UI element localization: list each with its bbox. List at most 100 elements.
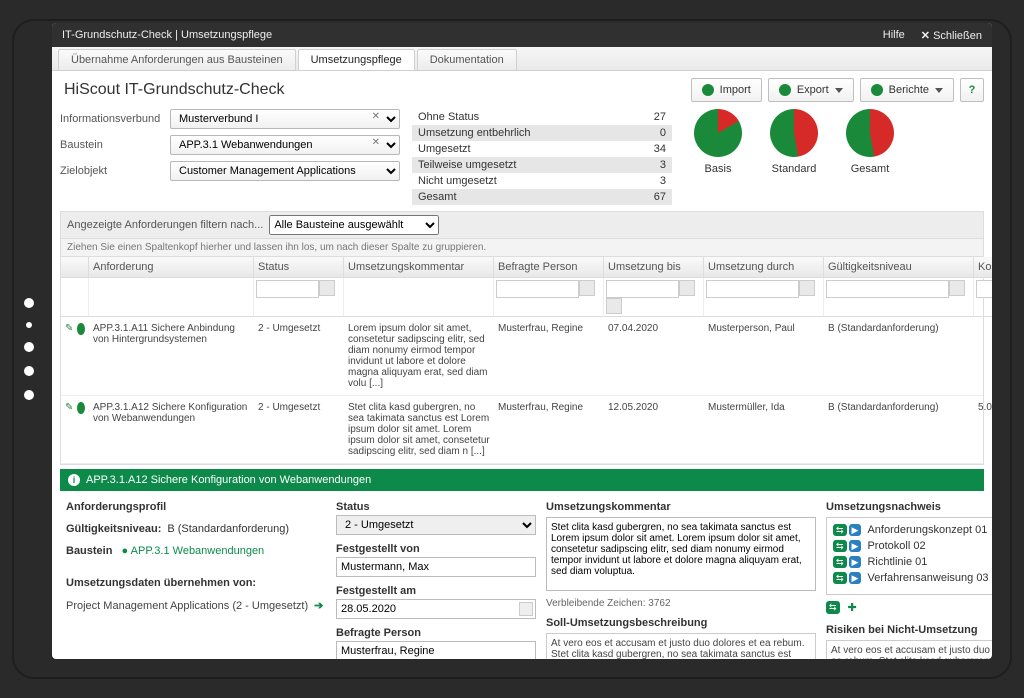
status-row-value: 3 bbox=[642, 173, 672, 189]
add-evidence-button[interactable]: ✚ bbox=[848, 601, 857, 614]
edit-icon[interactable]: ✎ bbox=[65, 402, 73, 414]
page-title: HiScout IT-Grundschutz-Check bbox=[60, 71, 289, 109]
close-icon: ✕ bbox=[921, 30, 930, 42]
status-row-value: 27 bbox=[642, 109, 672, 125]
forward-icon: ▶ bbox=[849, 572, 862, 584]
calendar-icon[interactable] bbox=[679, 280, 695, 296]
forward-icon: ▶ bbox=[849, 556, 862, 568]
cell-niveau: B (Standardanforderung) bbox=[824, 396, 974, 463]
tab-dokumentation[interactable]: Dokumentation bbox=[417, 49, 517, 70]
table-row[interactable]: ✎ APP.3.1.A11 Sichere Anbindung von Hint… bbox=[61, 317, 983, 396]
info-icon[interactable]: ● bbox=[122, 545, 129, 557]
cell-durch: Musterperson, Paul bbox=[704, 317, 824, 395]
status-row-label: Umgesetzt bbox=[412, 141, 642, 157]
transfer-arrow-icon[interactable]: ➔ bbox=[314, 599, 323, 612]
festgestellt-am-input[interactable] bbox=[336, 599, 536, 619]
window-titlebar: IT-Grundschutz-Check | Umsetzungspflege … bbox=[52, 23, 992, 47]
col-anforderung[interactable]: Anforderung bbox=[89, 257, 254, 278]
filter-bis-input[interactable] bbox=[606, 280, 679, 298]
help-link[interactable]: Hilfe bbox=[883, 29, 905, 41]
tab-uebernahme[interactable]: Übernahme Anforderungen aus Bausteinen bbox=[58, 49, 296, 70]
filter-durch-input[interactable] bbox=[706, 280, 799, 298]
edit-icon[interactable]: ✎ bbox=[65, 323, 73, 335]
filter-baustein-select[interactable]: APP.3.1 Webanwendungen bbox=[170, 135, 400, 155]
table-row[interactable]: ✎ APP.3.1.A12 Sichere Konfiguration von … bbox=[61, 396, 983, 464]
cell-befragte: Musterfrau, Regine bbox=[494, 317, 604, 395]
filter-kosten-input[interactable] bbox=[976, 280, 992, 298]
filter-ziel-select[interactable]: Customer Management Applications bbox=[170, 161, 400, 181]
group-by-hint[interactable]: Ziehen Sie einen Spaltenkopf hierher und… bbox=[60, 239, 984, 257]
grid-filter-row bbox=[61, 278, 983, 317]
clear-icon[interactable]: ✕ bbox=[372, 137, 380, 148]
status-label: Status bbox=[336, 501, 536, 513]
kommentar-heading: Umsetzungskommentar bbox=[546, 501, 816, 513]
filter-befragte-input[interactable] bbox=[496, 280, 579, 298]
help-button[interactable]: ? bbox=[960, 78, 984, 102]
status-row-value: 67 bbox=[642, 189, 672, 205]
transfer-source-row[interactable]: Project Management Applications (2 - Umg… bbox=[66, 599, 326, 612]
filter-niveau-input[interactable] bbox=[826, 280, 949, 298]
col-kommentar[interactable]: Umsetzungskommentar bbox=[344, 257, 494, 278]
baustein-label: Baustein bbox=[66, 545, 112, 557]
col-bis[interactable]: Umsetzung bis bbox=[604, 257, 704, 278]
hw-dot bbox=[24, 390, 34, 400]
filter-icon[interactable] bbox=[799, 280, 815, 296]
filter-status-input[interactable] bbox=[256, 280, 319, 298]
filter-icon[interactable] bbox=[319, 280, 335, 296]
col-status[interactable]: Status bbox=[254, 257, 344, 278]
details-title: APP.3.1.A12 Sichere Konfiguration von We… bbox=[86, 474, 371, 486]
baustein-link[interactable]: APP.3.1 Webanwendungen bbox=[131, 545, 265, 557]
chevron-down-icon bbox=[935, 88, 943, 93]
tab-umsetzungspflege[interactable]: Umsetzungspflege bbox=[298, 49, 415, 70]
evidence-item[interactable]: ⇆▶Anforderungskonzept 01 bbox=[833, 524, 992, 536]
cell-anforderung: APP.3.1.A12 Sichere Konfiguration von We… bbox=[89, 396, 254, 463]
berichte-button[interactable]: Berichte bbox=[860, 78, 954, 102]
kommentar-remaining: Verbleibende Zeichen: 3762 bbox=[546, 598, 816, 609]
cell-durch: Mustermüller, Ida bbox=[704, 396, 824, 463]
transfer-heading: Umsetzungsdaten übernehmen von: bbox=[66, 577, 326, 589]
col-niveau[interactable]: Gültigkeitsniveau bbox=[824, 257, 974, 278]
festgestellt-von-input[interactable] bbox=[336, 557, 536, 577]
col-befragte[interactable]: Befragte Person bbox=[494, 257, 604, 278]
chevron-down-icon bbox=[835, 88, 843, 93]
filter-icon[interactable] bbox=[949, 280, 965, 296]
col-durch[interactable]: Umsetzung durch bbox=[704, 257, 824, 278]
filter-icon[interactable] bbox=[579, 280, 595, 296]
status-row-label: Ohne Status bbox=[412, 109, 642, 125]
details-text-column-1: Umsetzungskommentar Verbleibende Zeichen… bbox=[546, 501, 816, 659]
filter-icon[interactable] bbox=[606, 298, 622, 314]
befragte-input[interactable] bbox=[336, 641, 536, 659]
calendar-icon[interactable] bbox=[519, 602, 533, 616]
import-icon bbox=[702, 84, 714, 96]
filter-bar-select[interactable]: Alle Bausteine ausgewählt bbox=[269, 215, 439, 235]
filter-verbund-select[interactable]: Musterverbund I bbox=[170, 109, 400, 129]
evidence-item[interactable]: ⇆▶Verfahrensanweisung 03 bbox=[833, 572, 992, 584]
export-icon bbox=[779, 84, 791, 96]
app-screen: IT-Grundschutz-Check | Umsetzungspflege … bbox=[52, 23, 992, 659]
cell-kommentar: Stet clita kasd gubergren, no sea takima… bbox=[344, 396, 494, 463]
export-button[interactable]: Export bbox=[768, 78, 854, 102]
evidence-item[interactable]: ⇆▶Richtlinie 01 bbox=[833, 556, 992, 568]
details-meta-column: Anforderungsprofil Gültigkeitsniveau:B (… bbox=[66, 501, 326, 659]
clear-icon[interactable]: ✕ bbox=[372, 111, 380, 122]
info-icon[interactable] bbox=[77, 402, 85, 414]
kommentar-textarea[interactable] bbox=[546, 517, 816, 591]
window-title: IT-Grundschutz-Check | Umsetzungspflege bbox=[62, 29, 272, 41]
filter-bar-label: Angezeigte Anforderungen filtern nach... bbox=[67, 219, 263, 231]
cell-kosten: 5.000 bbox=[974, 396, 992, 463]
status-row-value: 0 bbox=[642, 125, 672, 141]
close-button[interactable]: ✕ Schließen bbox=[921, 29, 982, 42]
col-kosten[interactable]: Kosten / Budget bbox=[974, 257, 992, 278]
pie-label: Standard bbox=[772, 163, 817, 175]
link-icon: ⇆ bbox=[833, 556, 847, 568]
info-icon[interactable] bbox=[77, 323, 85, 335]
status-select[interactable]: 2 - Umgesetzt bbox=[336, 515, 536, 535]
risiken-heading: Risiken bei Nicht-Umsetzung bbox=[826, 624, 992, 636]
link-icon[interactable]: ⇆ bbox=[826, 601, 840, 614]
filter-ziel-label: Zielobjekt bbox=[60, 165, 170, 177]
content-scroll[interactable]: HiScout IT-Grundschutz-Check Import Expo… bbox=[52, 71, 992, 659]
niveau-value: B (Standardanforderung) bbox=[167, 523, 289, 535]
cell-status: 2 - Umgesetzt bbox=[254, 317, 344, 395]
import-button[interactable]: Import bbox=[691, 78, 762, 102]
evidence-item[interactable]: ⇆▶Protokoll 02 bbox=[833, 540, 992, 552]
